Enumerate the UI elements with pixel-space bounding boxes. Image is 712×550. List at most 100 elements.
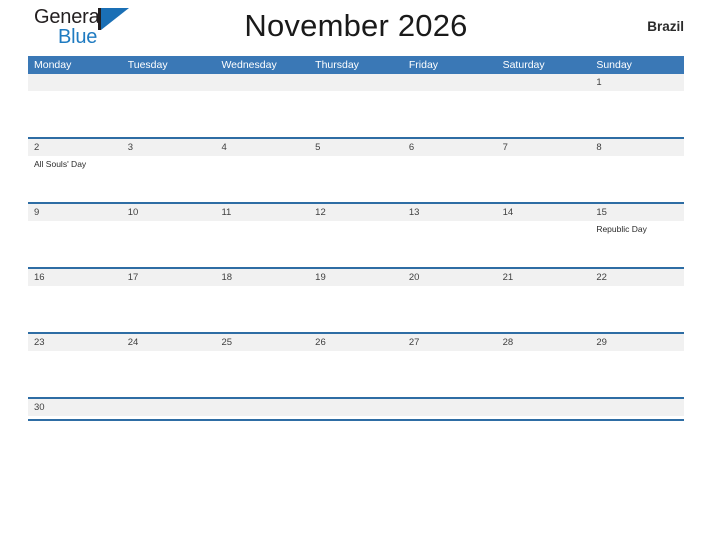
day-cell[interactable]: Republic Day bbox=[590, 221, 684, 267]
day-cell[interactable] bbox=[590, 286, 684, 332]
day-cell[interactable] bbox=[590, 156, 684, 202]
day-cell[interactable] bbox=[403, 286, 497, 332]
calendar-page: General Blue November 2026 Brazil Monday… bbox=[0, 0, 712, 550]
event-row bbox=[28, 91, 684, 137]
weekday-friday: Friday bbox=[408, 59, 439, 71]
date-cell[interactable]: 19 bbox=[309, 269, 403, 286]
event-label: All Souls' Day bbox=[34, 159, 87, 169]
date-cell[interactable]: 11 bbox=[215, 204, 309, 221]
day-cell[interactable] bbox=[122, 91, 216, 137]
date-cell-empty bbox=[403, 399, 497, 416]
date-cell[interactable]: 14 bbox=[497, 204, 591, 221]
date-cell[interactable]: 21 bbox=[497, 269, 591, 286]
date-cell[interactable]: 24 bbox=[122, 334, 216, 351]
day-cell[interactable] bbox=[497, 351, 591, 397]
date-cell[interactable]: 23 bbox=[28, 334, 122, 351]
day-cell[interactable] bbox=[122, 286, 216, 332]
date-cell-empty bbox=[122, 74, 216, 91]
date-cell-empty bbox=[28, 74, 122, 91]
date-cell-empty bbox=[497, 74, 591, 91]
event-row bbox=[28, 286, 684, 332]
day-cell[interactable] bbox=[122, 156, 216, 202]
date-cell[interactable]: 9 bbox=[28, 204, 122, 221]
weekday-tuesday: Tuesday bbox=[127, 59, 168, 71]
date-cell[interactable]: 16 bbox=[28, 269, 122, 286]
day-cell[interactable] bbox=[215, 221, 309, 267]
weekday-header-row: Monday Tuesday Wednesday Thursday Friday… bbox=[28, 56, 684, 74]
date-cell[interactable]: 2 bbox=[28, 139, 122, 156]
date-cell-empty bbox=[122, 399, 216, 416]
day-cell[interactable] bbox=[590, 91, 684, 137]
day-cell[interactable] bbox=[309, 286, 403, 332]
date-cell[interactable]: 5 bbox=[309, 139, 403, 156]
day-cell[interactable] bbox=[497, 221, 591, 267]
date-cell[interactable]: 3 bbox=[122, 139, 216, 156]
date-strip: 23 24 25 26 27 28 29 bbox=[28, 334, 684, 351]
date-cell[interactable]: 1 bbox=[590, 74, 684, 91]
date-cell[interactable]: 25 bbox=[215, 334, 309, 351]
day-cell[interactable] bbox=[122, 221, 216, 267]
date-cell-empty bbox=[215, 399, 309, 416]
day-cell[interactable] bbox=[28, 221, 122, 267]
day-cell[interactable] bbox=[122, 351, 216, 397]
date-cell[interactable]: 29 bbox=[590, 334, 684, 351]
date-cell[interactable]: 4 bbox=[215, 139, 309, 156]
day-cell[interactable] bbox=[497, 91, 591, 137]
day-cell[interactable] bbox=[215, 351, 309, 397]
date-cell-empty bbox=[403, 74, 497, 91]
weekday-saturday: Saturday bbox=[502, 59, 545, 71]
day-cell[interactable] bbox=[309, 91, 403, 137]
calendar-week-row: 16 17 18 19 20 21 22 bbox=[28, 269, 684, 334]
page-title: November 2026 bbox=[244, 8, 468, 43]
day-cell[interactable] bbox=[403, 91, 497, 137]
day-cell[interactable] bbox=[497, 286, 591, 332]
date-cell[interactable]: 17 bbox=[122, 269, 216, 286]
date-cell[interactable]: 20 bbox=[403, 269, 497, 286]
day-cell[interactable] bbox=[215, 156, 309, 202]
date-cell[interactable]: 28 bbox=[497, 334, 591, 351]
day-cell[interactable] bbox=[28, 286, 122, 332]
day-cell[interactable]: All Souls' Day bbox=[28, 156, 122, 202]
date-strip: 1 bbox=[28, 74, 684, 91]
event-row bbox=[28, 351, 684, 397]
calendar-week-row: 9 10 11 12 13 14 15 Republic Day bbox=[28, 204, 684, 269]
day-cell[interactable] bbox=[28, 91, 122, 137]
date-cell[interactable]: 22 bbox=[590, 269, 684, 286]
day-cell[interactable] bbox=[215, 91, 309, 137]
date-cell[interactable]: 30 bbox=[28, 399, 122, 416]
calendar-grid: Monday Tuesday Wednesday Thursday Friday… bbox=[28, 56, 684, 421]
day-cell[interactable] bbox=[590, 351, 684, 397]
weekday-monday: Monday bbox=[34, 59, 72, 71]
date-cell-empty bbox=[215, 74, 309, 91]
day-cell[interactable] bbox=[309, 156, 403, 202]
date-strip: 16 17 18 19 20 21 22 bbox=[28, 269, 684, 286]
date-cell-empty bbox=[590, 399, 684, 416]
day-cell[interactable] bbox=[403, 351, 497, 397]
date-cell[interactable]: 27 bbox=[403, 334, 497, 351]
day-cell[interactable] bbox=[309, 351, 403, 397]
day-cell[interactable] bbox=[497, 156, 591, 202]
date-cell[interactable]: 18 bbox=[215, 269, 309, 286]
date-cell[interactable]: 26 bbox=[309, 334, 403, 351]
date-cell[interactable]: 6 bbox=[403, 139, 497, 156]
date-cell[interactable]: 8 bbox=[590, 139, 684, 156]
date-strip: 30 bbox=[28, 399, 684, 416]
date-strip: 2345678 bbox=[28, 139, 684, 156]
date-strip: 9 10 11 12 13 14 15 bbox=[28, 204, 684, 221]
date-cell[interactable]: 10 bbox=[122, 204, 216, 221]
day-cell[interactable] bbox=[309, 221, 403, 267]
day-cell[interactable] bbox=[215, 286, 309, 332]
date-cell[interactable]: 13 bbox=[403, 204, 497, 221]
date-cell-empty bbox=[309, 74, 403, 91]
day-cell[interactable] bbox=[403, 221, 497, 267]
event-label: Republic Day bbox=[596, 224, 647, 234]
date-cell[interactable]: 12 bbox=[309, 204, 403, 221]
calendar-week-row: 30 bbox=[28, 399, 684, 421]
date-cell[interactable]: 15 bbox=[590, 204, 684, 221]
date-cell[interactable]: 7 bbox=[497, 139, 591, 156]
page-header: General Blue November 2026 Brazil bbox=[28, 0, 684, 56]
day-cell[interactable] bbox=[403, 156, 497, 202]
weekday-wednesday: Wednesday bbox=[221, 59, 277, 71]
day-cell[interactable] bbox=[28, 351, 122, 397]
calendar-week-row: 1 bbox=[28, 74, 684, 139]
